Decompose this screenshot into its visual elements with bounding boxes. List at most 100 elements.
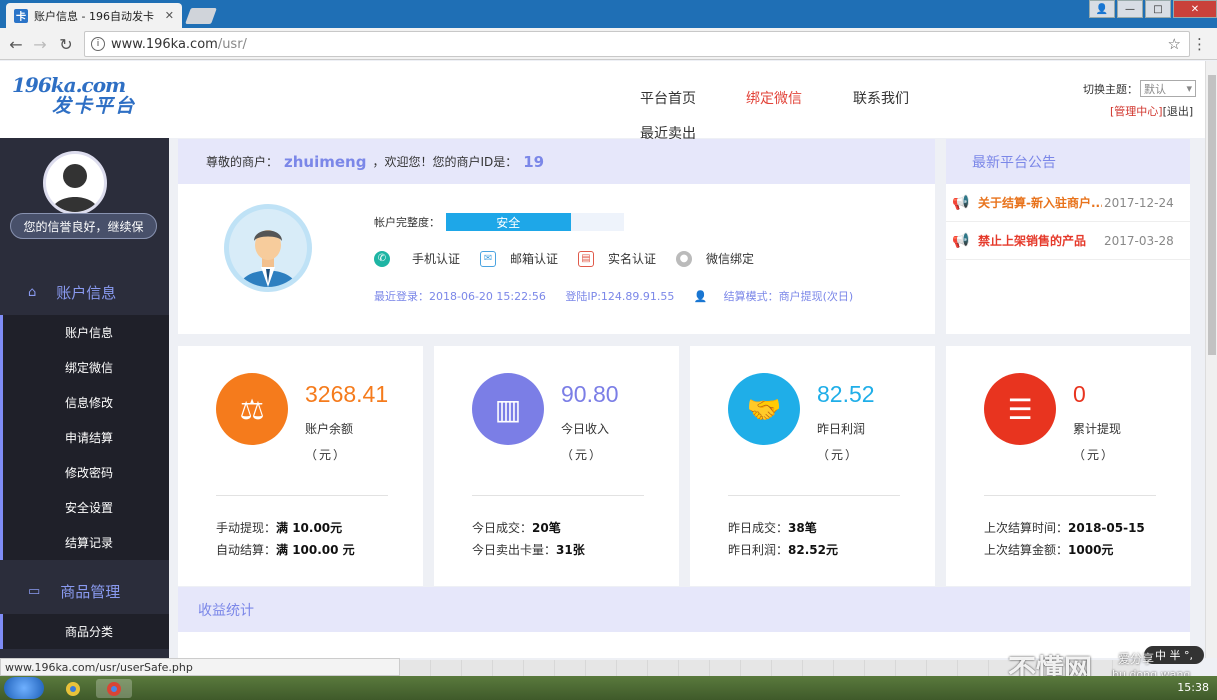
line-value: 38笔 (788, 521, 817, 535)
browser-tabbar: 卡 账户信息 - 196自动发卡 ✕ 👤 — □ ✕ (0, 0, 1217, 28)
total-withdraw-unit: （元） (1073, 448, 1116, 462)
page-content: 196ka.com 发卡平台 平台首页 绑定微信 联系我们 最近卖出 切换主题：… (0, 61, 1205, 658)
page-scrollbar[interactable] (1205, 61, 1217, 658)
welcome-middle: ，欢迎您！您的商户ID是： (372, 155, 518, 169)
sidebar-section-goods[interactable]: ▭ 商品管理 (0, 570, 169, 612)
card-line: 手动提现：满 10.00元 (216, 519, 342, 536)
merchant-avatar (224, 204, 312, 292)
close-window-button[interactable]: ✕ (1173, 0, 1217, 18)
line-label: 今日卖出卡量： (472, 543, 557, 557)
line-value: 满 10.00元 (276, 521, 343, 535)
login-info: 最近登录：2018-06-20 15:22:56 登陆IP:124.89.91.… (374, 288, 885, 304)
info-icon[interactable]: i (91, 37, 105, 51)
os-taskbar: 15:38 (0, 676, 1217, 700)
user-icon[interactable]: 👤 (1089, 0, 1115, 18)
taskbar-chrome-icon[interactable] (96, 679, 132, 698)
balance-label: 账户余额 (305, 422, 354, 436)
sidebar-item-change-password[interactable]: 修改密码 (0, 455, 169, 490)
yesterday-profit-card: 🤝 82.52 昨日利润 （元） 昨日成交：38笔 昨日利润：82.52元 (690, 346, 935, 586)
bar-chart-icon: ▥ (472, 373, 544, 445)
line-label: 上次结算时间： (984, 521, 1069, 535)
verify-phone-label[interactable]: 手机认证 (412, 250, 460, 267)
section-label: 账户信息 (56, 283, 117, 302)
card-line: 上次结算金额：1000元 (984, 541, 1113, 558)
id-card-icon: ▤ (578, 250, 595, 267)
site-favicon-icon: 卡 (14, 8, 28, 23)
completion-label: 帐户完整度： (374, 216, 440, 229)
sidebar-item-category[interactable]: 商品分类 (0, 614, 169, 649)
sidebar-item-security[interactable]: 安全设置 (0, 490, 169, 525)
site-header: 196ka.com 发卡平台 平台首页 绑定微信 联系我们 最近卖出 切换主题：… (0, 61, 1205, 142)
admin-center-link[interactable]: [管理中心] (1110, 105, 1163, 118)
megaphone-icon: 📢 (952, 194, 970, 211)
reload-button[interactable]: ↻ (56, 34, 76, 54)
sidebar-section-account[interactable]: ⌂ 账户信息 (0, 271, 169, 313)
today-income-label: 今日收入 (561, 422, 610, 436)
browser-toolbar: ← → ↻ i www.196ka.com/usr/ ☆ ⋮ (0, 28, 1217, 60)
scrollbar-thumb[interactable] (1208, 75, 1216, 355)
browser-menu-icon[interactable]: ⋮ (1192, 35, 1207, 53)
maximize-button[interactable]: □ (1145, 0, 1171, 18)
browser-tab[interactable]: 卡 账户信息 - 196自动发卡 ✕ (6, 3, 182, 28)
card-divider (216, 495, 388, 496)
user-avatar[interactable] (43, 151, 107, 215)
logo-line2: 发卡平台 (52, 95, 137, 117)
sidebar-item-bind-wechat[interactable]: 绑定微信 (0, 350, 169, 385)
card-line: 自动结算：满 100.00 元 (216, 541, 355, 558)
businessman-avatar-icon (239, 230, 297, 287)
verify-wechat-label[interactable]: 微信绑定 (706, 250, 754, 267)
total-withdraw-value: 0 (1073, 381, 1086, 407)
card-divider (984, 495, 1156, 496)
sidebar-item-account-info[interactable]: 账户信息 (0, 315, 169, 350)
address-bar[interactable]: i www.196ka.com/usr/ (84, 31, 1190, 57)
verification-row: ✆ 手机认证 ✉ 邮箱认证 ▤ 实名认证 ● 微信绑定 (374, 250, 774, 267)
windows-start-button[interactable] (4, 677, 44, 699)
card-line: 上次结算时间：2018-05-15 (984, 519, 1145, 536)
nav-bind-wechat[interactable]: 绑定微信 (746, 88, 802, 108)
forward-button[interactable]: → (30, 34, 50, 54)
line-value: 82.52元 (788, 543, 838, 557)
tab-close-icon[interactable]: ✕ (165, 9, 174, 22)
yesterday-profit-value: 82.52 (817, 381, 875, 407)
sidebar-item-settle-records[interactable]: 结算记录 (0, 525, 169, 560)
card-line: 昨日成交：38笔 (728, 519, 817, 536)
notice-row[interactable]: 📢 关于结算-新入驻商户... 2017-12-24 (946, 184, 1190, 222)
line-value: 2018-05-15 (1068, 521, 1145, 535)
watermark-subtext: 爱分享 (1118, 652, 1155, 666)
login-ip: 登陆IP:124.89.91.55 (565, 290, 675, 303)
line-value: 31张 (556, 543, 585, 557)
verify-realname-label[interactable]: 实名认证 (608, 250, 656, 267)
nav-contact[interactable]: 联系我们 (853, 88, 909, 108)
today-income-card: ▥ 90.80 今日收入 （元） 今日成交：20笔 今日卖出卡量：31张 (434, 346, 679, 586)
profile-panel: 帐户完整度： 安全 ✆ 手机认证 ✉ 邮箱认证 ▤ 实名认证 ● 微信绑定 最近… (178, 184, 935, 334)
minimize-button[interactable]: — (1117, 0, 1143, 18)
sidebar-item-edit-info[interactable]: 信息修改 (0, 385, 169, 420)
back-button[interactable]: ← (6, 34, 26, 54)
notice-item-title[interactable]: 禁止上架销售的产品 (978, 232, 1102, 249)
bookmark-star-icon[interactable]: ☆ (1168, 35, 1181, 53)
merchant-id: 19 (523, 152, 545, 171)
line-value: 20笔 (532, 521, 561, 535)
url-host: www.196ka.com (111, 36, 218, 52)
window-controls: 👤 — □ ✕ (1087, 0, 1217, 20)
line-label: 自动结算： (216, 543, 277, 557)
theme-select[interactable]: 默认 ▾ (1140, 80, 1196, 97)
url-path: /usr/ (217, 36, 247, 52)
mail-icon: ✉ (480, 250, 497, 267)
verify-email-label[interactable]: 邮箱认证 (510, 250, 558, 267)
notice-item-title[interactable]: 关于结算-新入驻商户... (978, 194, 1102, 211)
earnings-stats-header: 收益统计 (178, 587, 1190, 632)
sidebar-item-apply-settle[interactable]: 申请结算 (0, 420, 169, 455)
balance-card: ⚖ 3268.41 账户余额 （元） 手动提现：满 10.00元 自动结算：满 … (178, 346, 423, 586)
nav-home[interactable]: 平台首页 (640, 88, 696, 108)
new-tab-button[interactable] (185, 8, 217, 24)
completion-row: 帐户完整度： 安全 (374, 213, 624, 231)
logout-link[interactable]: [退出] (1163, 105, 1194, 118)
site-logo[interactable]: 196ka.com 发卡平台 (12, 73, 142, 117)
notice-row[interactable]: 📢 禁止上架销售的产品 2017-03-28 (946, 222, 1190, 260)
card-divider (472, 495, 644, 496)
completion-fill: 安全 (446, 213, 571, 231)
taskbar-app-icon[interactable] (58, 679, 88, 698)
browser-status-bar: www.196ka.com/usr/userSafe.php (0, 658, 400, 676)
last-login: 最近登录：2018-06-20 15:22:56 (374, 290, 546, 303)
